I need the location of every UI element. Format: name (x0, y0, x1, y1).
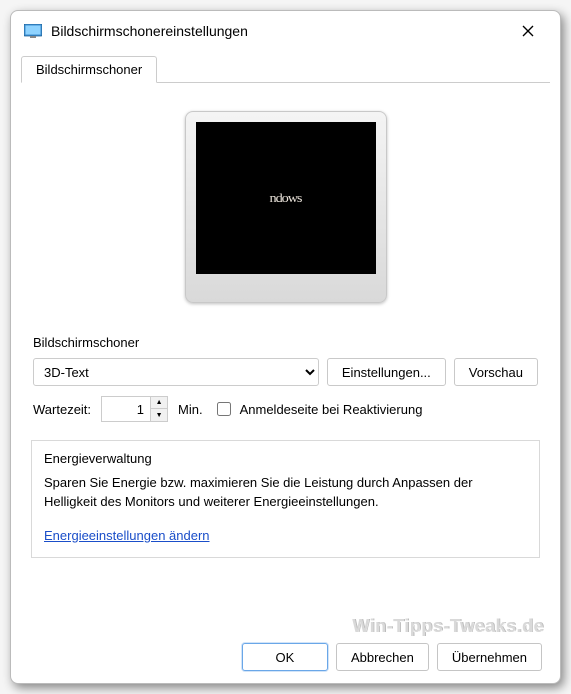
energy-group: Energieverwaltung Sparen Sie Energie bzw… (31, 440, 540, 558)
titlebar: Bildschirmschonereinstellungen (11, 11, 560, 51)
wait-label: Wartezeit: (33, 402, 91, 417)
screensaver-settings-dialog: Bildschirmschonereinstellungen Bildschir… (10, 10, 561, 684)
wait-input[interactable] (102, 397, 150, 421)
wait-unit: Min. (178, 402, 203, 417)
close-button[interactable] (508, 15, 548, 47)
close-icon (522, 25, 534, 37)
preview-button[interactable]: Vorschau (454, 358, 538, 386)
watermark-text: Win-Tipps-Tweaks.de (352, 616, 544, 637)
wait-up-button[interactable]: ▲ (151, 397, 167, 409)
screensaver-preview-text: ndows (270, 190, 302, 206)
monitor-screen: ndows (196, 122, 376, 274)
tab-screensaver[interactable]: Bildschirmschoner (21, 56, 157, 83)
dialog-footer: OK Abbrechen Übernehmen (242, 643, 542, 671)
screensaver-select[interactable]: 3D-Text (33, 358, 319, 386)
resume-checkbox-wrap[interactable]: Anmeldeseite bei Reaktivierung (213, 399, 423, 419)
energy-group-label: Energieverwaltung (44, 451, 527, 466)
resume-checkbox[interactable] (217, 402, 231, 416)
screensaver-group: Bildschirmschoner 3D-Text Einstellungen.… (31, 335, 540, 422)
monitor-graphic: ndows (185, 111, 387, 303)
wait-spinbox[interactable]: ▲ ▼ (101, 396, 168, 422)
ok-button[interactable]: OK (242, 643, 328, 671)
energy-description: Sparen Sie Energie bzw. maximieren Sie d… (44, 474, 527, 512)
tab-strip: Bildschirmschoner (21, 55, 550, 83)
screensaver-group-label: Bildschirmschoner (33, 335, 538, 350)
settings-button[interactable]: Einstellungen... (327, 358, 446, 386)
resume-checkbox-label: Anmeldeseite bei Reaktivierung (240, 402, 423, 417)
window-title: Bildschirmschonereinstellungen (51, 23, 508, 39)
app-icon (23, 21, 43, 41)
energy-settings-link[interactable]: Energieeinstellungen ändern (44, 528, 210, 543)
apply-button[interactable]: Übernehmen (437, 643, 542, 671)
preview-area: ndows (29, 93, 542, 335)
cancel-button[interactable]: Abbrechen (336, 643, 429, 671)
wait-down-button[interactable]: ▼ (151, 409, 167, 421)
tab-content: ndows Bildschirmschoner 3D-Text Einstell… (11, 83, 560, 580)
